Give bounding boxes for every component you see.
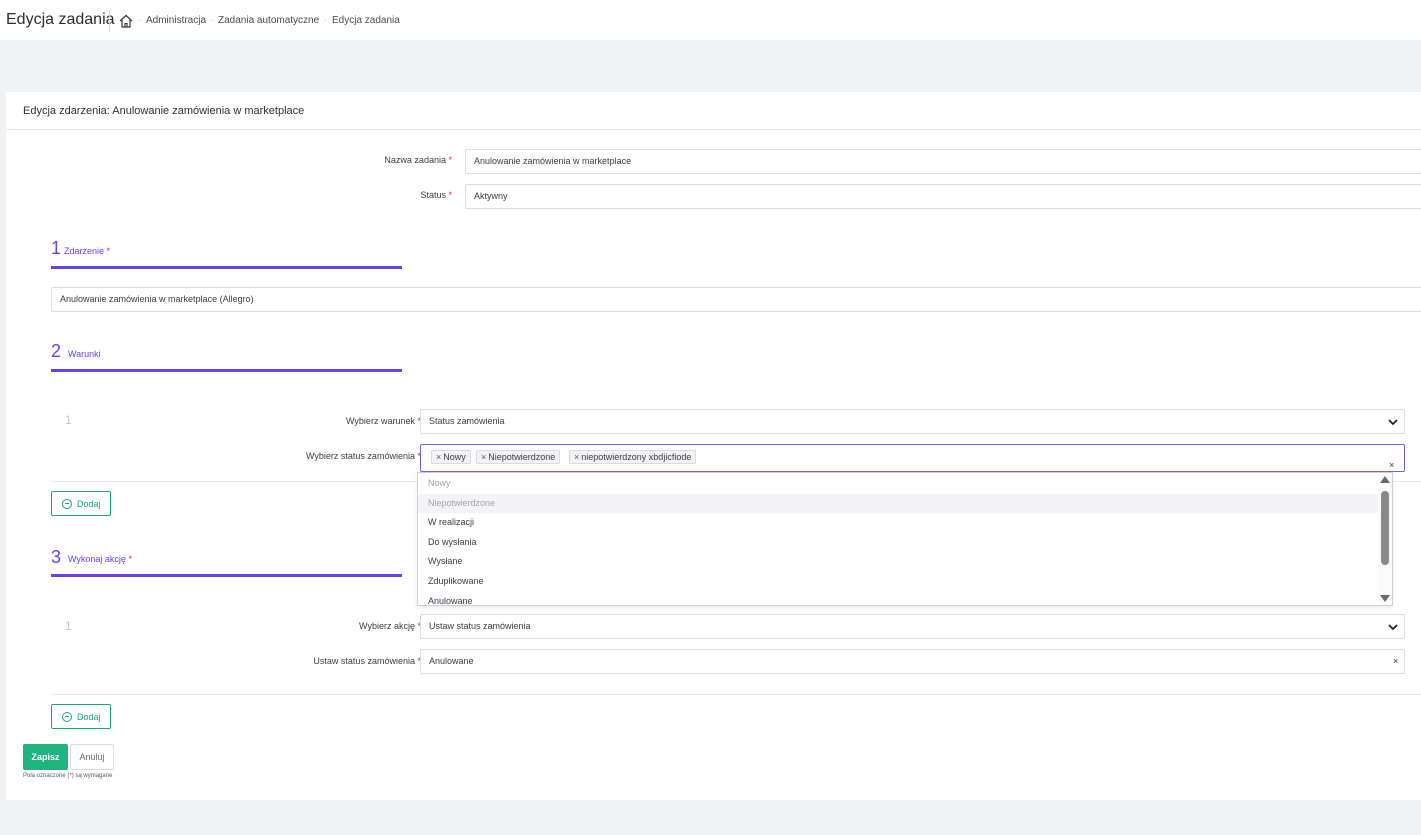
section-3-divider (51, 694, 1421, 695)
card-header: Edycja zdarzenia: Anulowanie zamówienia … (6, 92, 1421, 130)
task-name-label: Nazwa zadania * (306, 155, 452, 165)
save-button[interactable]: Zapisz (23, 744, 68, 770)
order-status-dropdown[interactable]: Nowy Niepotwierdzone W realizacji Do wys… (417, 472, 1393, 606)
dropdown-option[interactable]: Wysłane (418, 552, 1380, 572)
add-condition-label: Dodaj (77, 499, 101, 509)
order-status-multiselect[interactable]: × Nowy × Niepotwierdzone × niepotwierdzony … (420, 444, 1405, 472)
cancel-button[interactable]: Anuluj (70, 744, 114, 770)
tag-remove-icon[interactable]: × (574, 452, 579, 462)
dropdown-option[interactable]: Zduplikowane (418, 572, 1380, 592)
status-label-text: Status (420, 190, 446, 200)
action-label: Wybierz akcję * (236, 621, 421, 631)
section-1-underline (51, 266, 402, 269)
order-status-label-text: Wybierz status zamówienia (306, 451, 415, 461)
condition-label: Wybierz warunek * (236, 416, 421, 426)
add-action-button[interactable]: Dodaj (51, 704, 111, 729)
chevron-down-icon (1388, 624, 1398, 631)
edit-event-card: Edycja zdarzenia: Anulowanie zamówienia … (6, 92, 1421, 800)
section-3-number: 3 (51, 547, 62, 567)
status-tag-niepotwierdzone: × Niepotwierdzone (476, 450, 561, 464)
dropdown-scrollbar[interactable] (1378, 473, 1392, 605)
breadcrumb-edycja-zadania: Edycja zadania (332, 15, 400, 26)
section-3-underline (51, 574, 402, 577)
event-select[interactable]: Anulowanie zamówienia w marketplace (All… (51, 287, 1421, 312)
status-tag-text: niepotwierdzony xbdjicfiode (581, 452, 692, 462)
breadcrumb-separator: · (324, 15, 327, 25)
chevron-down-icon (1388, 419, 1398, 426)
top-bar: Edycja zadania · Administracja · Zadania… (0, 0, 1421, 40)
add-action-label: Dodaj (77, 712, 101, 722)
tag-remove-icon[interactable]: × (436, 452, 441, 462)
title-separator (109, 10, 110, 32)
add-condition-button[interactable]: Dodaj (51, 491, 111, 516)
set-status-value: Anulowane (429, 656, 474, 666)
required-mark: * (128, 554, 132, 564)
home-icon[interactable] (118, 13, 134, 29)
section-2-number: 2 (51, 341, 62, 361)
scrollbar-thumb[interactable] (1381, 491, 1389, 565)
dropdown-option[interactable]: Nowy (418, 474, 1380, 494)
dropdown-option[interactable]: Do wysłania (418, 533, 1380, 553)
condition-label-text: Wybierz warunek (346, 416, 415, 426)
task-name-input[interactable]: Anulowanie zamówienia w marketplace (465, 149, 1421, 174)
condition-select-value: Status zamówienia (429, 416, 505, 426)
add-circle-icon (62, 712, 72, 722)
clear-selection-icon[interactable]: × (1393, 650, 1398, 673)
action-select-value: Ustaw status zamówienia (429, 621, 531, 631)
breadcrumb-separator: · (138, 15, 141, 25)
scroll-up-arrow-icon[interactable] (1380, 476, 1390, 483)
page-title: Edycja zadania (6, 11, 115, 28)
section-1-title: Zdarzenie * (64, 246, 110, 256)
set-status-select[interactable]: Anulowane × (420, 649, 1405, 674)
required-mark: * (448, 155, 452, 165)
dropdown-option[interactable]: Niepotwierdzone (418, 493, 1380, 514)
status-tag-niepotwierdzony: × niepotwierdzony xbdjicfiode (569, 450, 697, 464)
status-tag-text: Nowy (443, 452, 466, 462)
status-select[interactable]: Aktywny (465, 184, 1421, 209)
dropdown-option[interactable]: W realizacji (418, 513, 1380, 533)
scroll-down-arrow-icon[interactable] (1380, 595, 1390, 602)
condition-select[interactable]: Status zamówienia (420, 409, 1405, 434)
action-select[interactable]: Ustaw status zamówienia (420, 614, 1405, 639)
status-tag-text: Niepotwierdzone (488, 452, 556, 462)
required-fields-note: Pola oznaczone (*) są wymagane (23, 773, 113, 779)
add-circle-icon (62, 499, 72, 509)
tag-remove-icon[interactable]: × (481, 452, 486, 462)
breadcrumb-administracja[interactable]: Administracja (146, 15, 206, 26)
set-status-label: Ustaw status zamówienia * (206, 656, 421, 666)
breadcrumb-zadania-automatyczne[interactable]: Zadania automatyczne (218, 15, 319, 26)
set-status-label-text: Ustaw status zamówienia (313, 656, 415, 666)
card-title: Edycja zdarzenia: Anulowanie zamówienia … (23, 105, 305, 117)
order-status-label: Wybierz status zamówienia * (206, 451, 421, 461)
required-mark: * (448, 190, 452, 200)
required-mark: * (106, 246, 111, 256)
status-tag-nowy: × Nowy (431, 450, 471, 464)
section-1-number: 1 (51, 238, 62, 258)
section-3-title-text: Wykonaj akcję (68, 554, 126, 564)
section-3-title: Wykonaj akcję * (68, 554, 132, 564)
task-name-label-text: Nazwa zadania (384, 155, 446, 165)
dropdown-option[interactable]: Anulowane (418, 592, 1380, 605)
status-label: Status * (306, 190, 452, 200)
breadcrumb-separator: · (210, 15, 213, 25)
condition-row-index: 1 (65, 413, 72, 427)
section-1-title-text: Zdarzenie (64, 246, 105, 256)
section-2-underline (51, 369, 402, 372)
action-row-index: 1 (65, 619, 72, 633)
action-label-text: Wybierz akcję (359, 621, 415, 631)
section-2-title: Warunki (68, 349, 101, 359)
